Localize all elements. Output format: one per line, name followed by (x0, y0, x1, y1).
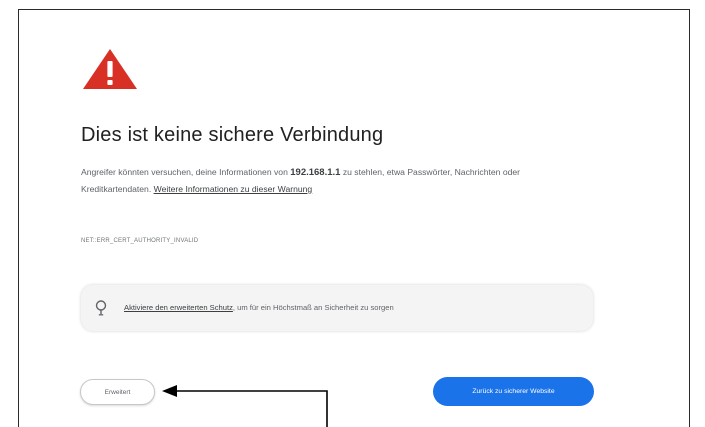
back-to-safety-button[interactable]: Zurück zu sicherer Website (433, 377, 594, 406)
warning-triangle-icon (83, 49, 137, 89)
page-title: Dies ist keine sichere Verbindung (81, 124, 384, 146)
enhanced-protection-link[interactable]: Aktiviere den erweiterten Schutz (124, 303, 233, 312)
lightbulb-icon (95, 300, 107, 316)
more-info-link[interactable]: Weitere Informationen zu dieser Warnung (154, 184, 313, 194)
host-address: 192.168.1.1 (290, 167, 341, 178)
warning-description: Angreifer könnten versuchen, deine Infor… (81, 164, 561, 198)
description-text-pre: Angreifer könnten versuchen, deine Infor… (81, 167, 291, 177)
enhanced-protection-box: Aktiviere den erweiterten Schutz, um für… (81, 285, 593, 331)
protection-rest-text: , um für ein Höchstmaß an Sicherheit zu … (232, 303, 394, 312)
protection-text: Aktiviere den erweiterten Schutz, um für… (124, 303, 394, 312)
advanced-button[interactable]: Erweitert (80, 379, 155, 405)
error-code: NET::ERR_CERT_AUTHORITY_INVALID (81, 238, 199, 244)
